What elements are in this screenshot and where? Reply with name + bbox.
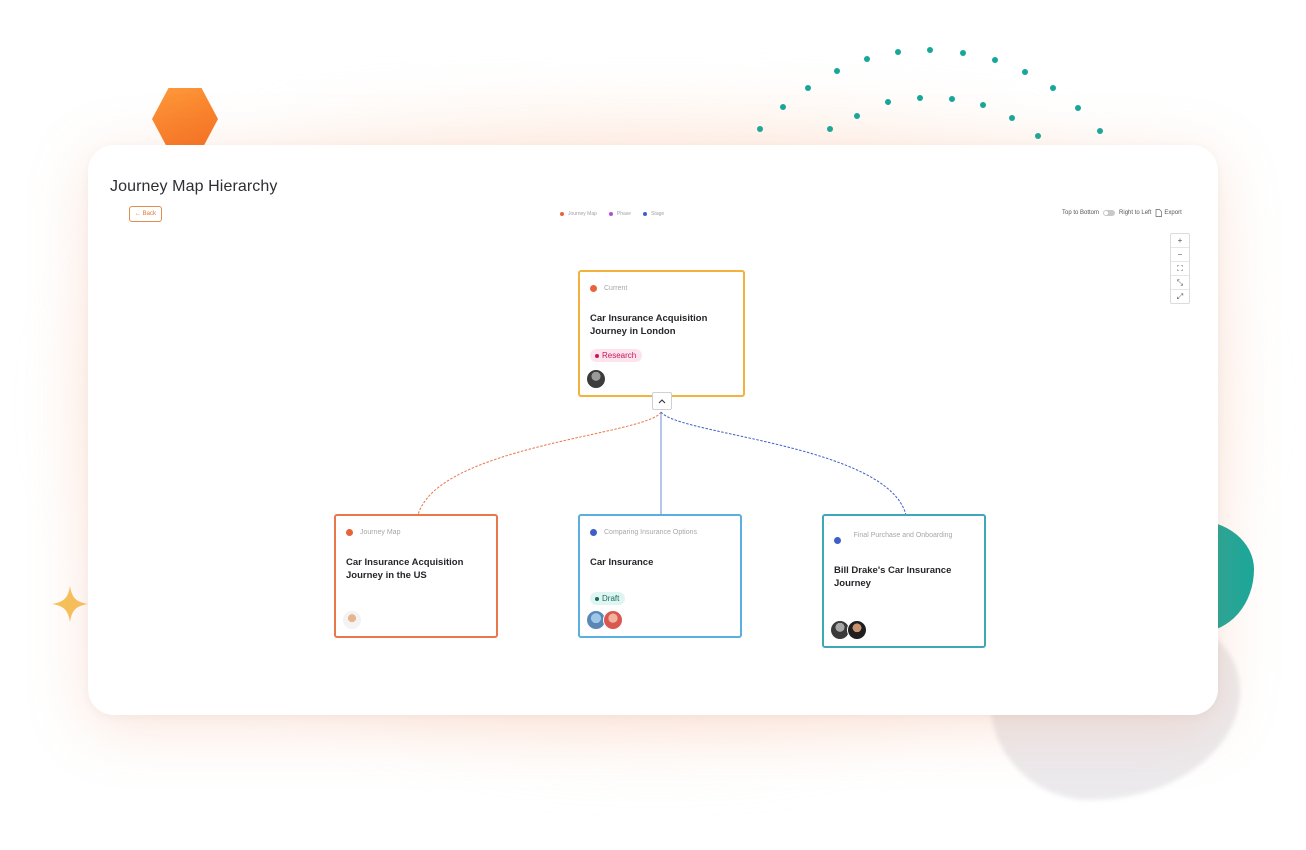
connector-left [417,411,662,516]
legend-dot [608,212,613,216]
legend-label: Stage [651,211,665,217]
node-type-label: Final Purchase and Onboarding [853,532,953,539]
minus-icon: − [1177,250,1183,259]
legend-item-phase: Phase [608,211,632,217]
node-type-dot [834,537,841,544]
avatar-group [586,610,623,630]
badge-label: Research [602,351,637,360]
export-label: Export [1164,210,1182,216]
node-title: Bill Drake's Car Insurance Journey [834,565,952,589]
avatar-group [342,610,362,630]
orientation-label-top-bottom: Top to Bottom [1062,210,1100,216]
node-root-journey[interactable]: Current Car Insurance Acquisition Journe… [578,270,745,397]
zoom-in-button[interactable]: + [1171,234,1189,248]
zoom-controls: + − ⛶ ⤡ ⤢ [1170,233,1190,304]
collapse-children-button[interactable] [652,392,672,410]
node-journey-us[interactable]: Journey Map Car Insurance Acquisition Jo… [334,514,498,638]
legend-dot [643,212,648,216]
collapse-view-button[interactable]: ⤡ [1171,276,1189,290]
badge-dot [595,353,599,358]
export-button[interactable]: Export [1155,209,1182,217]
export-icon [1156,209,1163,217]
node-type: Current [590,285,627,292]
avatar [603,610,623,630]
node-type-dot [590,529,597,536]
expand-icon: ⤢ [1176,291,1184,301]
expand-view-button[interactable]: ⤢ [1171,290,1189,303]
legend-dot [560,212,564,216]
legend-label: Phase [616,211,632,217]
avatar-group [830,620,867,640]
node-type-label: Journey Map [360,529,401,536]
avatar [586,369,606,389]
node-car-insurance[interactable]: Comparing Insurance Options Car Insuranc… [578,514,742,638]
fit-view-button[interactable]: ⛶ [1171,262,1189,276]
legend-item-journey-map: Journey Map [560,211,597,217]
node-title: Car Insurance [590,557,654,568]
collapse-icon: ⤡ [1176,277,1184,287]
legend: Journey Map Phase Stage [560,211,664,217]
journey-map-window: Journey Map Hierarchy ← Back Journey Map… [88,145,1218,715]
connector-right [660,411,907,516]
avatar-group [586,369,606,389]
legend-item-stage: Stage [643,211,664,217]
node-type-label: Current [604,285,628,292]
legend-label: Journey Map [568,211,597,217]
dotted-arc-decoration [757,47,1103,139]
node-type-dot [346,529,353,536]
node-bill-drake-journey[interactable]: Final Purchase and Onboarding Bill Drake… [822,514,986,648]
node-type: Journey Map [346,529,400,536]
node-type: Comparing Insurance Options [590,529,697,536]
avatar [847,620,867,640]
status-badge: Research [590,349,643,362]
orientation-toggle[interactable] [1103,210,1116,216]
chevron-up-icon [658,399,666,404]
page-title: Journey Map Hierarchy [110,178,278,195]
fit-view-icon: ⛶ [1177,263,1183,273]
node-type-label: Comparing Insurance Options [604,529,697,536]
orientation-label-right-left: Right to Left [1119,210,1152,216]
badge-dot [595,596,599,601]
plus-icon: + [1177,236,1183,245]
zoom-out-button[interactable]: − [1171,248,1189,262]
layout-toolbar: Top to Bottom Right to Left Export [1062,209,1182,217]
badge-label: Draft [602,594,620,603]
node-type: Final Purchase and Onboarding [834,528,958,544]
avatar [342,610,362,630]
node-title: Car Insurance Acquisition Journey in the… [346,557,464,581]
back-button[interactable]: ← Back [129,206,163,222]
node-type-dot [590,285,597,292]
node-title: Car Insurance Acquisition Journey in Lon… [590,313,708,337]
status-badge: Draft [590,592,626,605]
